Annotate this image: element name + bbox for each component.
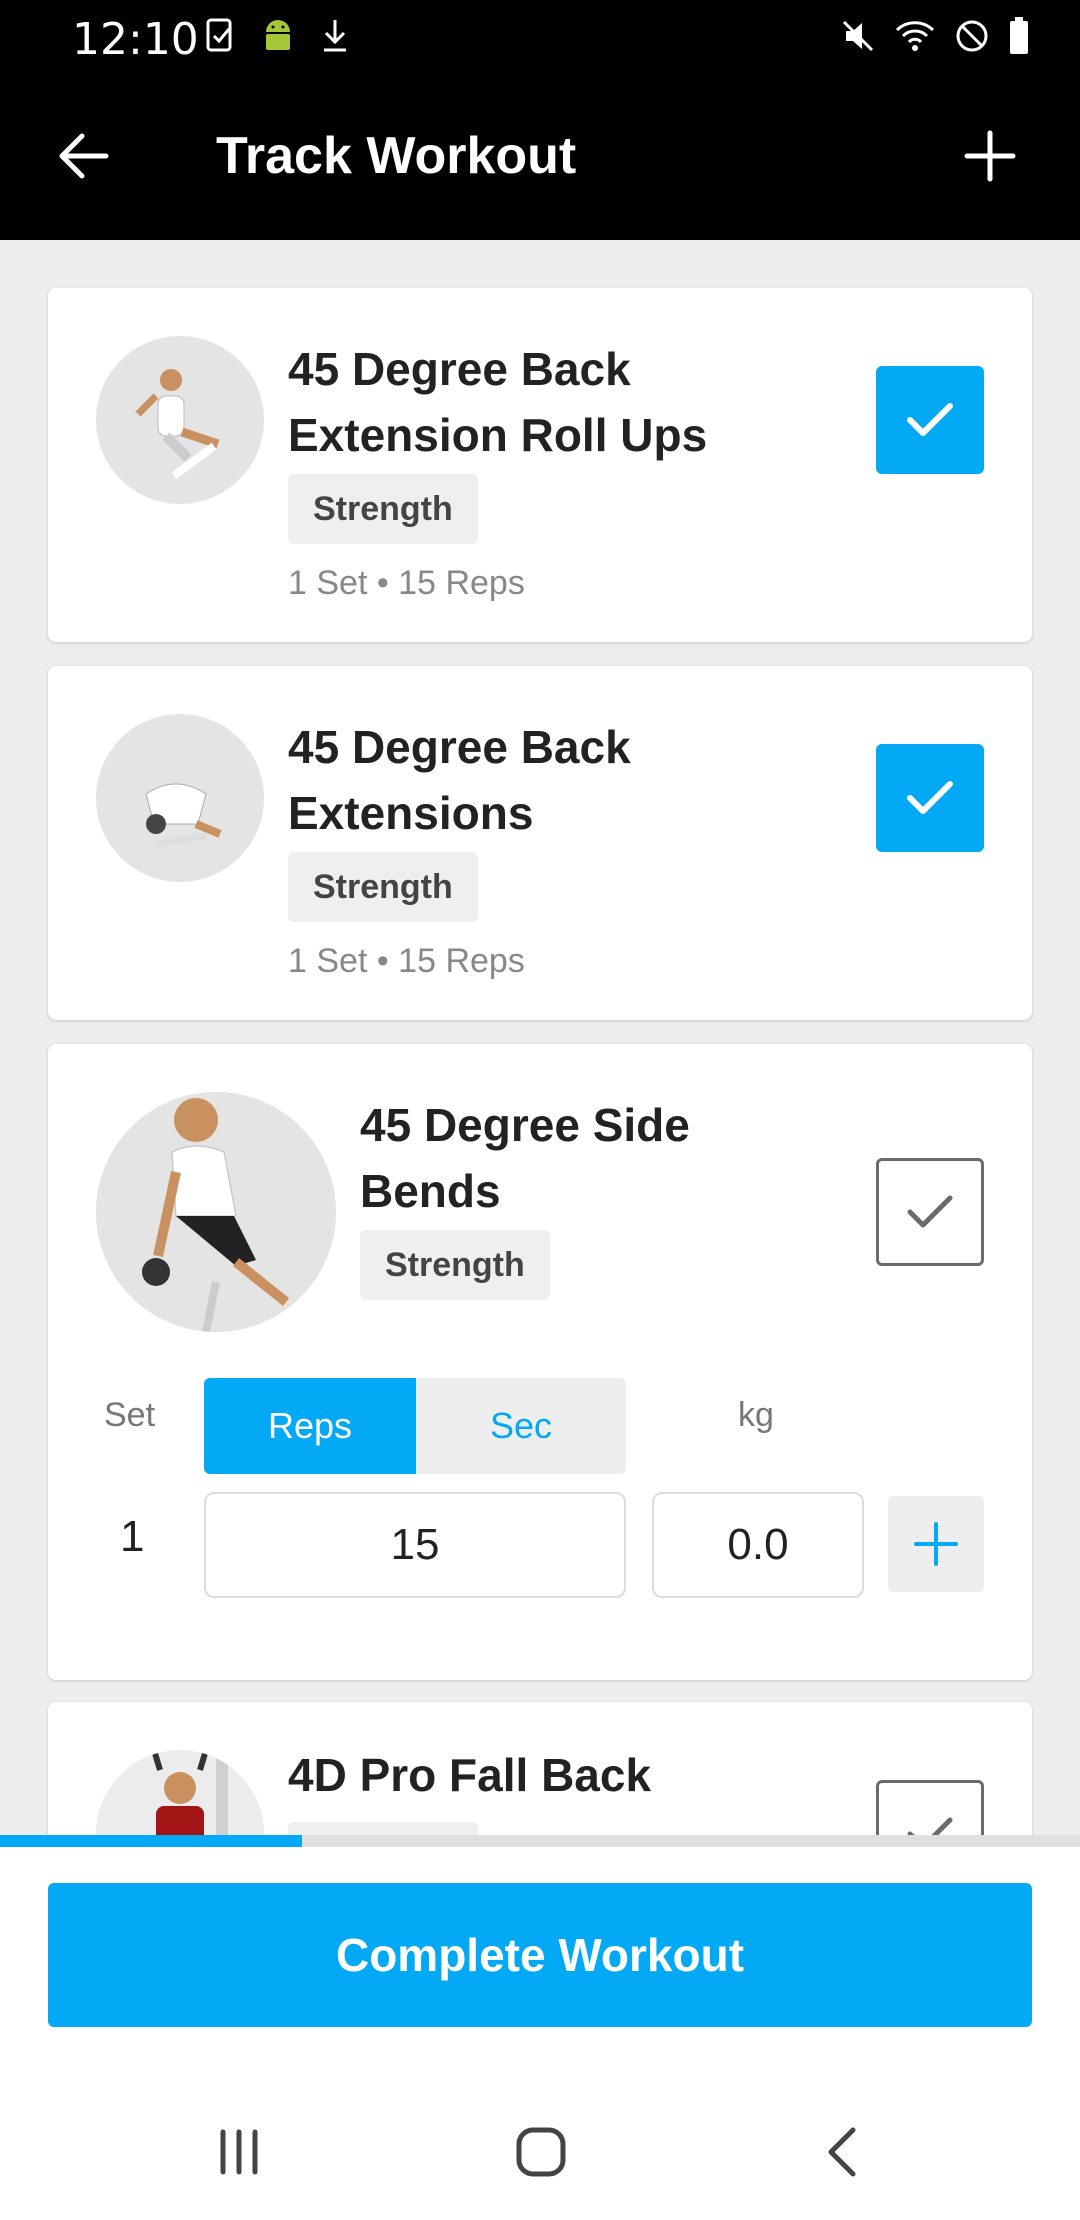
exercise-name: 45 Degree Back Extension Roll Ups <box>288 336 707 468</box>
completed-checkbox[interactable] <box>876 1780 984 1835</box>
status-bar: 12:10 <box>0 0 1080 76</box>
android-icon <box>260 16 296 61</box>
completed-checkbox[interactable] <box>876 366 984 474</box>
exercise-card[interactable]: 45 Degree Back Extension Roll Ups Streng… <box>48 288 1032 642</box>
check-icon <box>907 1195 953 1228</box>
category-tag: Strength <box>360 1230 550 1300</box>
weight-input[interactable]: 0.0 <box>652 1492 864 1598</box>
add-set-button[interactable] <box>888 1496 984 1592</box>
exercise-name-line: 45 Degree Back <box>288 343 631 395</box>
exercise-name: 4D Pro Fall Back <box>288 1742 651 1808</box>
category-tag <box>288 1822 478 1835</box>
back-button[interactable] <box>50 116 118 196</box>
exercise-thumbnail <box>96 714 264 882</box>
category-tag: Strength <box>288 474 478 544</box>
exercise-thumbnail <box>96 336 264 504</box>
exercise-name-line: 45 Degree Back <box>288 721 631 773</box>
exercise-name: 45 Degree Back Extensions <box>288 714 631 846</box>
battery-icon <box>1008 16 1030 61</box>
exercise-name-line: Extensions <box>288 787 534 839</box>
reps-input[interactable]: 15 <box>204 1492 626 1598</box>
nav-back-button[interactable] <box>800 2107 890 2197</box>
workout-progress-fill <box>0 1835 303 1847</box>
exercise-card[interactable]: 4D Pro Fall Back <box>48 1702 1032 1835</box>
status-time: 12:10 <box>72 14 199 65</box>
mute-icon <box>840 18 876 59</box>
recents-button[interactable] <box>194 2107 284 2197</box>
app-bar: Track Workout <box>0 76 1080 240</box>
exercise-name: 45 Degree Side Bends <box>360 1092 690 1224</box>
set-column-header: Set <box>104 1396 156 1434</box>
do-not-disturb-icon <box>954 18 990 59</box>
set-summary: 1 Set • 15 Reps <box>288 564 525 602</box>
weight-column-header: kg <box>738 1396 774 1434</box>
plus-icon <box>964 130 1016 182</box>
wifi-icon <box>894 18 936 59</box>
check-icon <box>907 781 953 814</box>
exercise-name-line: Bends <box>360 1165 501 1217</box>
home-icon <box>516 2127 566 2177</box>
recents-icon <box>220 2129 258 2175</box>
exercise-thumbnail <box>96 1750 264 1835</box>
completed-checkbox[interactable] <box>876 1158 984 1266</box>
complete-workout-button[interactable]: Complete Workout <box>48 1883 1032 2027</box>
page-title: Track Workout <box>216 127 577 185</box>
nav-back-icon <box>828 2127 856 2177</box>
exercise-name-line: 45 Degree Side <box>360 1099 690 1151</box>
reps-tab[interactable]: Reps <box>204 1378 416 1474</box>
exercise-list[interactable]: 45 Degree Back Extension Roll Ups Streng… <box>0 240 1080 1835</box>
set-summary: 1 Set • 15 Reps <box>288 942 525 980</box>
add-exercise-button[interactable] <box>948 114 1032 198</box>
check-icon <box>907 1817 953 1835</box>
bottom-panel: Complete Workout <box>0 1847 1080 2220</box>
exercise-name-line: Extension Roll Ups <box>288 409 708 461</box>
exercise-name-line: 4D Pro Fall Back <box>288 1749 652 1801</box>
download-icon <box>320 18 350 59</box>
plus-icon <box>914 1522 958 1566</box>
workout-progress-bar <box>0 1835 1080 1847</box>
status-right-icons <box>840 14 1030 62</box>
exercise-thumbnail <box>96 1092 336 1332</box>
sec-tab[interactable]: Sec <box>416 1378 626 1474</box>
check-icon <box>907 403 953 436</box>
set-number: 1 <box>120 1512 145 1561</box>
exercise-card[interactable]: 45 Degree Back Extensions Strength 1 Set… <box>48 666 1032 1020</box>
system-nav-bar <box>0 2077 1080 2220</box>
home-button[interactable] <box>496 2107 586 2197</box>
category-tag: Strength <box>288 852 478 922</box>
exercise-card-expanded[interactable]: 45 Degree Side Bends Strength Set Reps S… <box>48 1044 1032 1680</box>
completed-checkbox[interactable] <box>876 744 984 852</box>
checklist-icon <box>206 18 236 59</box>
status-left-icons <box>206 14 350 62</box>
arrow-left-icon <box>59 133 109 179</box>
